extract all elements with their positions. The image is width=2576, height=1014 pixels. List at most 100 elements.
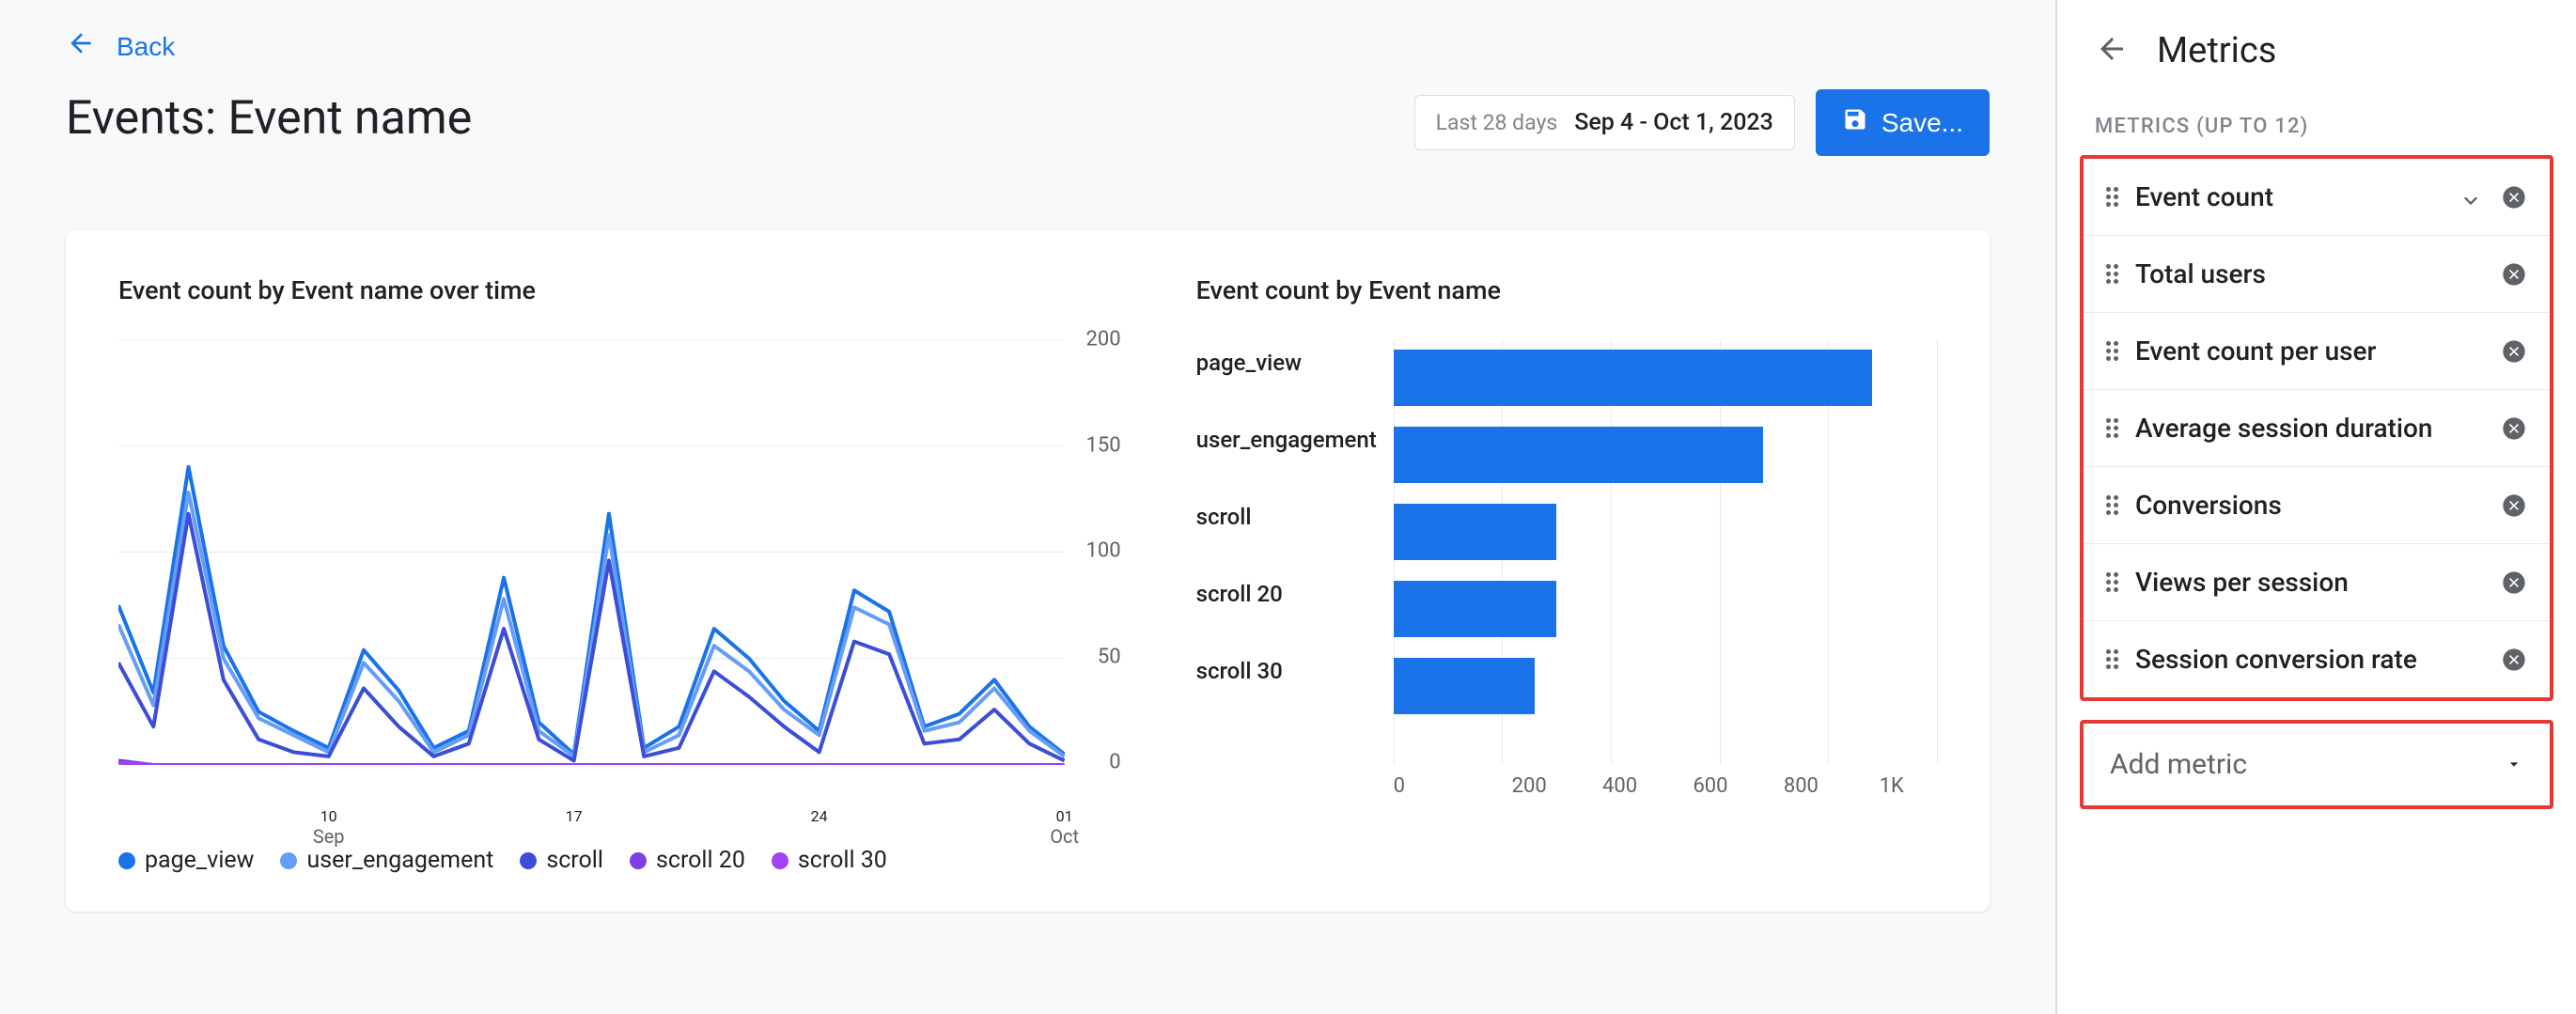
- chevron-down-icon: [2505, 748, 2523, 781]
- drag-handle-icon[interactable]: [2106, 264, 2118, 284]
- bar: [1394, 581, 1557, 637]
- add-metric-dropdown[interactable]: Add metric: [2080, 720, 2553, 809]
- y-tick: 50: [1098, 645, 1121, 668]
- legend-item[interactable]: scroll 30: [772, 847, 887, 874]
- bar-chart[interactable]: page_view user_engagementscroll scroll 20 s…: [1196, 339, 1937, 809]
- date-absolute-label: Sep 4 - Oct 1, 2023: [1574, 109, 1773, 136]
- date-range-picker[interactable]: Last 28 days Sep 4 - Oct 1, 2023: [1414, 95, 1795, 150]
- charts-card: Event count by Event name over time 0 50 1…: [66, 230, 1990, 912]
- bar-label: scroll: [1196, 505, 1384, 531]
- save-label: Save...: [1881, 108, 1963, 138]
- metric-row[interactable]: Session conversion rate: [2084, 621, 2550, 697]
- metric-row[interactable]: Conversions: [2084, 467, 2550, 544]
- bar-label: user_engagement: [1196, 428, 1384, 454]
- metrics-panel: Metrics METRICS (UP TO 12) Event count To…: [2056, 0, 2576, 1014]
- series-page_view: [118, 467, 1065, 755]
- metric-name: Total users: [2135, 258, 2484, 289]
- bar-row: [1394, 416, 1937, 493]
- metric-row[interactable]: Event count per user: [2084, 313, 2550, 390]
- series-scroll 30: [118, 763, 1065, 765]
- remove-metric-icon[interactable]: [2501, 647, 2527, 673]
- legend-label: scroll 30: [798, 847, 887, 874]
- bar: [1394, 658, 1535, 714]
- drag-handle-icon[interactable]: [2106, 649, 2118, 669]
- bar: [1394, 504, 1557, 560]
- metric-name: Session conversion rate: [2135, 644, 2484, 675]
- bar-x-tick: 0: [1394, 774, 1484, 798]
- metric-name: Conversions: [2135, 490, 2484, 521]
- back-button[interactable]: Back: [66, 28, 175, 65]
- bar-label: scroll 20: [1196, 582, 1384, 608]
- bar-row: [1394, 570, 1937, 647]
- line-chart-block: Event count by Event name over time 0 50 1…: [118, 275, 1121, 874]
- metrics-panel-title: Metrics: [2157, 30, 2276, 71]
- drag-handle-icon[interactable]: [2106, 418, 2118, 438]
- panel-back-icon[interactable]: [2095, 32, 2129, 70]
- drag-handle-icon[interactable]: [2106, 572, 2118, 592]
- metric-row[interactable]: Views per session: [2084, 544, 2550, 621]
- metric-row[interactable]: Total users: [2084, 236, 2550, 313]
- legend-item[interactable]: scroll 20: [630, 847, 745, 874]
- drag-handle-icon[interactable]: [2106, 341, 2118, 361]
- back-label: Back: [117, 32, 175, 62]
- metrics-list: Event count Total users Event count per us…: [2080, 155, 2553, 701]
- metrics-panel-header: Metrics: [2057, 0, 2576, 98]
- line-chart-legend: page_view user_engagement scroll scroll 20 s…: [118, 847, 1121, 874]
- legend-label: page_view: [145, 847, 254, 874]
- x-tick: 10Sep: [313, 807, 345, 848]
- metric-name: Event count per user: [2135, 335, 2484, 367]
- remove-metric-icon[interactable]: [2501, 569, 2527, 596]
- bar-x-tick: 200: [1484, 774, 1574, 798]
- legend-item[interactable]: user_engagement: [280, 847, 493, 874]
- line-chart-title: Event count by Event name over time: [118, 275, 1121, 305]
- legend-color-dot: [280, 852, 297, 869]
- legend-label: scroll: [546, 847, 603, 874]
- metric-name: Views per session: [2135, 567, 2484, 598]
- legend-item[interactable]: scroll: [520, 847, 603, 874]
- metric-row[interactable]: Average session duration: [2084, 390, 2550, 467]
- metric-name: Average session duration: [2135, 413, 2484, 444]
- x-tick: 01Oct: [1050, 807, 1079, 848]
- bar-row: [1394, 339, 1937, 416]
- bar: [1394, 427, 1763, 483]
- bar-label: scroll 30: [1196, 659, 1384, 685]
- remove-metric-icon[interactable]: [2501, 338, 2527, 365]
- bar-x-tick: 800: [1756, 774, 1846, 798]
- bar-chart-title: Event count by Event name: [1196, 275, 1937, 305]
- save-icon: [1842, 106, 1868, 139]
- y-tick: 0: [1109, 751, 1120, 774]
- drag-handle-icon[interactable]: [2106, 187, 2118, 207]
- line-chart[interactable]: 050100150200 10Sep172401Oct: [118, 339, 1121, 819]
- legend-color-dot: [772, 852, 788, 869]
- metric-row[interactable]: Event count: [2084, 159, 2550, 236]
- date-relative-label: Last 28 days: [1436, 110, 1558, 135]
- legend-color-dot: [630, 852, 647, 869]
- metric-name: Event count: [2135, 181, 2441, 212]
- legend-item[interactable]: page_view: [118, 847, 254, 874]
- legend-color-dot: [118, 852, 135, 869]
- bar-x-tick: 1K: [1847, 774, 1937, 798]
- bar-row: [1394, 493, 1937, 570]
- metrics-subtitle: METRICS (UP TO 12): [2057, 98, 2576, 155]
- header-actions: Last 28 days Sep 4 - Oct 1, 2023 Save...: [1414, 89, 1990, 156]
- y-tick: 200: [1086, 328, 1121, 351]
- remove-metric-icon[interactable]: [2501, 261, 2527, 288]
- remove-metric-icon[interactable]: [2501, 184, 2527, 211]
- sort-descending-icon[interactable]: [2458, 184, 2484, 211]
- bar: [1394, 350, 1872, 406]
- remove-metric-icon[interactable]: [2501, 492, 2527, 519]
- x-tick: 17: [566, 807, 583, 825]
- drag-handle-icon[interactable]: [2106, 495, 2118, 515]
- add-metric-label: Add metric: [2110, 748, 2247, 781]
- arrow-left-icon: [66, 28, 96, 65]
- x-tick: 24: [811, 807, 828, 825]
- bar-label: page_view: [1196, 351, 1384, 377]
- y-tick: 100: [1086, 539, 1121, 563]
- legend-label: scroll 20: [656, 847, 745, 874]
- bar-x-tick: 400: [1574, 774, 1664, 798]
- save-button[interactable]: Save...: [1816, 89, 1990, 156]
- bar-chart-block: Event count by Event name page_view user_…: [1196, 275, 1937, 874]
- remove-metric-icon[interactable]: [2501, 415, 2527, 442]
- bar-row: [1394, 647, 1937, 725]
- y-tick: 150: [1086, 433, 1121, 457]
